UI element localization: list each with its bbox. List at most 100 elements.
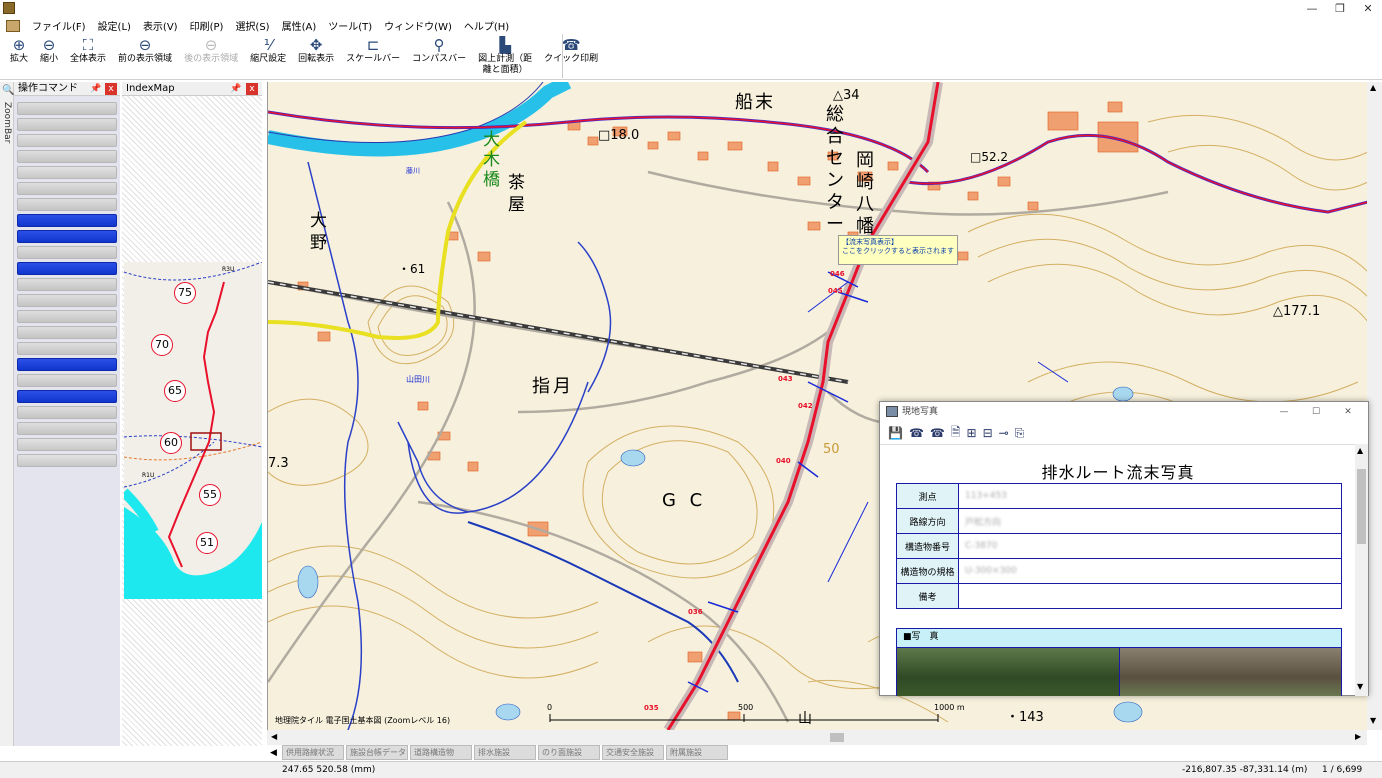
command-button[interactable] [17,102,117,115]
site-photo[interactable] [897,648,1120,696]
zoom-in-button[interactable]: ⊕ 拡大 [4,34,34,79]
scroll-down-icon[interactable]: ▼ [1357,682,1363,691]
command-button[interactable] [17,406,117,419]
site-photo[interactable] [1119,648,1341,696]
layer-tab[interactable]: のり面施設 [538,745,600,760]
command-button[interactable] [17,422,117,435]
pin-record-icon[interactable]: ⊸ [999,426,1009,440]
zoom-out-button[interactable]: ⊖ 縮小 [34,34,64,79]
first-record-icon[interactable]: ⊞ [967,426,977,440]
command-button[interactable] [17,278,117,291]
pin-icon[interactable]: 📌 [230,82,241,96]
scroll-down-icon[interactable]: ▼ [1370,716,1376,725]
scroll-up-icon[interactable]: ▲ [1357,446,1363,455]
place-label-oki: 大木橋 [483,130,500,190]
route-point-label[interactable]: 036 [688,608,703,616]
menu-window[interactable]: ウィンドウ(W) [378,18,458,33]
route-point-label[interactable]: 045 [828,287,843,295]
restore-button[interactable]: ❐ [1326,0,1354,17]
map-vertical-scrollbar[interactable]: ▲ ▼ [1367,82,1382,730]
command-button[interactable] [17,294,117,307]
route-point-label[interactable]: 046 [830,270,845,278]
table-row: 構造物の規格 U-300×300 [896,558,1342,584]
measure-button[interactable]: ▙ 図上計測（距 離と面積） [472,34,538,79]
menu-help[interactable]: ヘルプ(H) [458,18,515,33]
command-button[interactable] [17,150,117,163]
indexmap-svg [124,262,262,599]
prev-record-icon[interactable]: ⊟ [983,426,993,440]
command-button[interactable] [17,230,117,243]
command-button[interactable] [17,342,117,355]
photo-vertical-scrollbar[interactable]: ▲ ▼ [1355,444,1368,696]
command-button[interactable] [17,326,117,339]
layer-tab[interactable]: 交通安全施設 [602,745,664,760]
menu-tools[interactable]: ツール(T) [322,18,378,33]
status-bar: 247.65 520.58 (mm) -216,807.35 -87,331.1… [0,761,1382,778]
layer-tab[interactable]: 道路構造物 [410,745,472,760]
commands-panel [14,96,120,746]
scroll-thumb[interactable] [830,733,844,742]
next-view-button[interactable]: ⊖ 後の表示領域 [178,34,244,79]
command-button[interactable] [17,374,117,387]
fit-all-button[interactable]: ⛶ 全体表示 [64,34,112,79]
pin-icon[interactable]: 📌 [90,82,101,96]
document-icon [6,19,20,32]
command-button[interactable] [17,438,117,451]
command-button[interactable] [17,182,117,195]
quick-print-button[interactable]: ☎ クイック印刷 [538,34,604,79]
command-button[interactable] [17,454,117,467]
map-horizontal-scrollbar[interactable]: ◀ ▶ [267,730,1367,745]
map-attribution: 地理院タイル 電子国土基本図 (Zoomレベル 16) [275,716,451,725]
menu-print[interactable]: 印刷(P) [184,18,230,33]
rotate-button[interactable]: ✥ 回転表示 [292,34,340,79]
route-point-label[interactable]: 042 [798,402,813,410]
command-button[interactable] [17,198,117,211]
photo-maximize-button[interactable]: ☐ [1300,402,1332,422]
route-point-label[interactable]: 040 [776,457,791,465]
route-point-label[interactable]: 043 [778,375,793,383]
camera-icon [886,406,898,417]
table-row: 測点 113+453 [896,483,1342,509]
scroll-thumb[interactable] [1357,469,1366,544]
tab-scroll-left-icon[interactable]: ◀ [270,745,282,761]
command-button[interactable] [17,166,117,179]
menu-select[interactable]: 選択(S) [229,18,275,33]
menu-file[interactable]: ファイル(F) [26,18,92,33]
indexmap-close-button[interactable]: x [246,83,258,95]
save-icon[interactable]: 💾 [888,426,903,440]
layer-tab[interactable]: 施設台帳データ [346,745,408,760]
export-icon[interactable]: ⎘ [1015,426,1025,441]
commands-panel-close-button[interactable]: x [105,83,117,95]
command-button[interactable] [17,310,117,323]
photo-callout[interactable]: 【流末写真表示】 ここをクリックすると表示されます [838,235,958,265]
status-scale: 1 / 6,699 [1322,765,1363,775]
photo-close-button[interactable]: ✕ [1332,402,1364,422]
minimize-button[interactable]: — [1298,0,1326,17]
photo-window-titlebar[interactable]: 現地写真 — ☐ ✕ [880,402,1368,422]
command-button[interactable] [17,118,117,131]
scroll-up-icon[interactable]: ▲ [1370,83,1376,92]
scroll-right-icon[interactable]: ▶ [1355,732,1361,741]
zoombar-dock[interactable]: 🔍 ZoomBar [0,82,14,746]
menu-view[interactable]: 表示(V) [137,18,184,33]
indexmap-view[interactable]: R3U R1U 75 70 65 60 55 51 [124,262,262,599]
command-button[interactable] [17,246,117,259]
menu-attribute[interactable]: 属性(A) [276,18,323,33]
scalebar-button[interactable]: ⊏ スケールバー [340,34,406,79]
layer-tab[interactable]: 供用路線状況 [282,745,344,760]
title-bar: — ❐ ✕ [0,0,1382,17]
compass-button[interactable]: ⚲ コンパスバー [406,34,472,79]
layer-tab[interactable]: 附属施設 [666,745,728,760]
print-setup-icon[interactable]: ☎ [930,426,945,440]
scale-set-button[interactable]: ⅟ 縮尺設定 [244,34,292,79]
layer-tab[interactable]: 排水施設 [474,745,536,760]
menu-settings[interactable]: 設定(L) [92,18,137,33]
prev-view-button[interactable]: ⊖ 前の表示領域 [112,34,178,79]
scroll-left-icon[interactable]: ◀ [271,732,277,741]
preview-icon[interactable]: 🗎 [951,423,961,444]
command-button[interactable] [17,134,117,147]
print-icon[interactable]: ☎ [909,426,924,440]
photo-minimize-button[interactable]: — [1268,402,1300,422]
close-button[interactable]: ✕ [1354,0,1382,17]
toolbar: ⊕ 拡大 ⊖ 縮小 ⛶ 全体表示 ⊖ 前の表示領域 ⊖ 後の表示領域 ⅟ 縮尺設定 ✥ 回転表… [0,34,1382,80]
